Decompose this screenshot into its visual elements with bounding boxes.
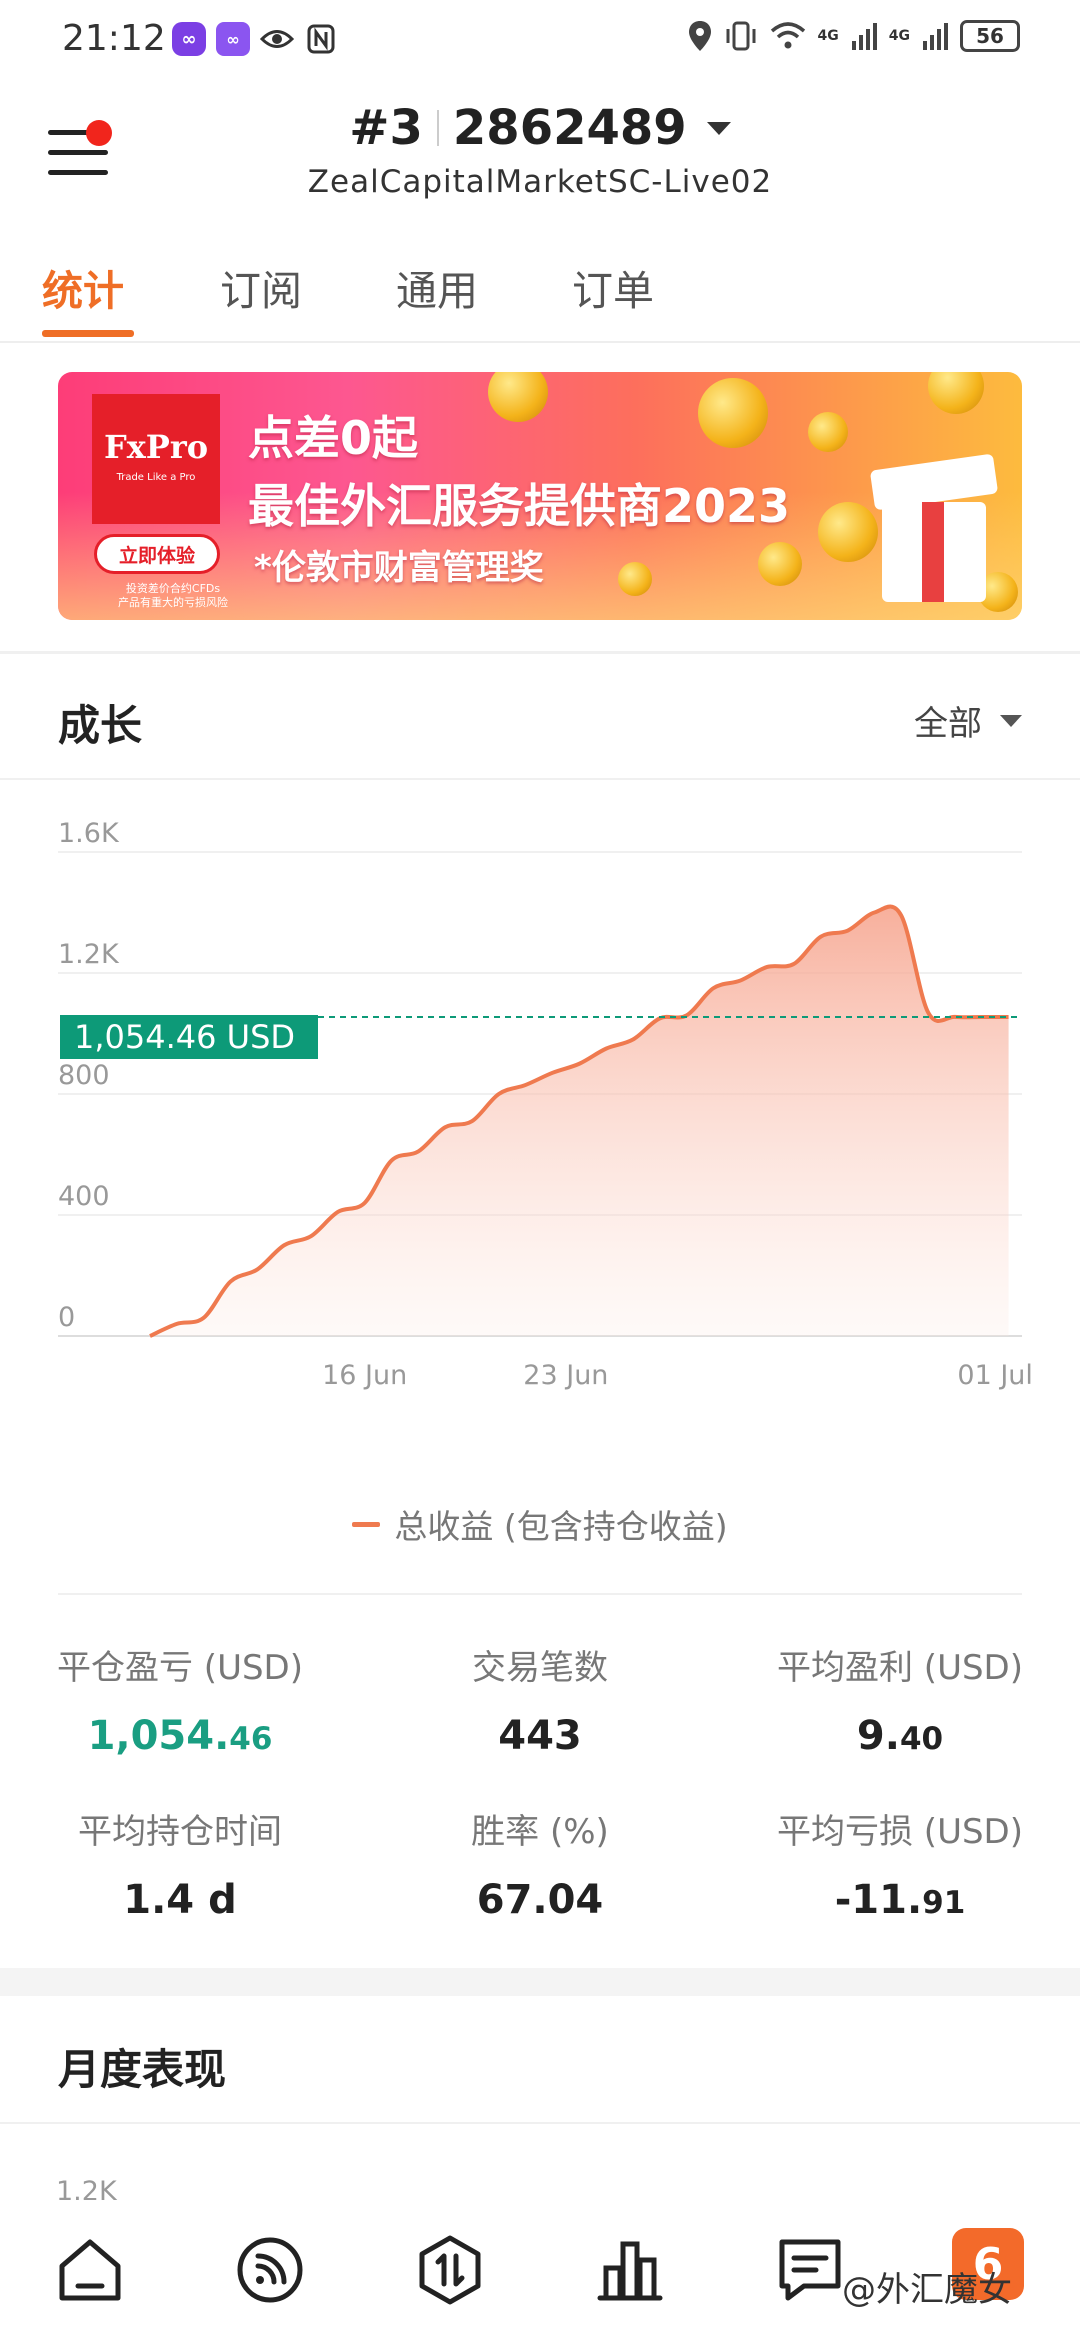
coin-decoration (808, 412, 848, 452)
feed-icon (237, 2237, 303, 2303)
vibrate-icon (726, 21, 756, 51)
nav-statistics[interactable] (590, 2230, 670, 2310)
nfc-icon (304, 22, 338, 56)
y-tick-label: 1.6K (58, 818, 120, 849)
banner-risk-note: 投资差价合约CFDs 产品有重大的亏损风险 (118, 582, 228, 609)
stat-value: 443 (498, 1713, 582, 1759)
stat-value: 1.4 d (123, 1877, 237, 1923)
coin-decoration (698, 378, 768, 448)
y-tick-label: 0 (58, 1302, 75, 1333)
account-server: ZealCapitalMarketSC-Live02 (307, 164, 773, 200)
chevron-down-icon (706, 121, 731, 135)
location-icon (688, 21, 711, 51)
coin-decoration (928, 372, 984, 414)
banner-headline: 点差0起 (248, 411, 419, 465)
period-filter[interactable]: 全部 (914, 696, 1022, 745)
banner-subheadline: 最佳外汇服务提供商2023 (248, 479, 791, 533)
growth-chart-svg: 0 400 800 1.2K 1.6K 16 Jun 23 Jun 01 Jul (58, 818, 1033, 1391)
ad-banner[interactable]: FxPro Trade Like a Pro 立即体验 投资差价合约CFDs 产… (58, 372, 1022, 620)
stat-value: 1,054.46 (87, 1713, 273, 1759)
legend-swatch (352, 1521, 381, 1527)
tab-active-indicator (42, 330, 134, 337)
coin-decoration (488, 372, 548, 422)
growth-title: 成长 (58, 701, 143, 750)
coin-decoration (618, 562, 652, 596)
section-divider (0, 778, 1080, 780)
section-separator (0, 1968, 1080, 1996)
period-filter-label: 全部 (914, 704, 982, 744)
chart-bar-icon (597, 2241, 663, 2301)
x-tick-label: 16 Jun (322, 1360, 407, 1391)
y-tick-label: 400 (58, 1181, 110, 1212)
gift-box-icon (869, 452, 999, 602)
stat-avg-hold-time: 平均持仓时间 1.4 d (0, 1804, 360, 1923)
stat-value: -11.91 (834, 1877, 966, 1923)
account-separator (436, 110, 439, 146)
coin-decoration (758, 542, 802, 586)
status-bar: 21:12 ∞ ∞ 4G 4G 56 (0, 0, 1080, 80)
watermark: @外汇魔女 (842, 2270, 1012, 2310)
app-badge-icon: ∞ (216, 22, 250, 56)
home-icon (59, 2239, 121, 2301)
y-tick-label: 800 (58, 1060, 110, 1091)
section-divider (58, 1593, 1022, 1595)
tab-orders[interactable]: 订单 (572, 257, 654, 317)
stat-avg-loss: 平均亏损 (USD) -11.91 (720, 1804, 1080, 1923)
infinity-app-icon: ∞ (172, 22, 206, 56)
tab-bar: 统计 订阅 通用 订单 (0, 245, 1080, 343)
tab-subscribe[interactable]: 订阅 (220, 257, 302, 317)
coin-decoration (818, 502, 878, 562)
status-time: 21:12 (62, 18, 166, 59)
account-number: 2862489 (452, 100, 687, 156)
series-area (150, 906, 1009, 1336)
battery-icon: 56 (960, 20, 1020, 52)
banner-award: *伦敦市财富管理奖 (254, 548, 544, 588)
nav-feed[interactable] (230, 2230, 310, 2310)
trade-icon (419, 2235, 481, 2305)
stat-value: 67.04 (476, 1877, 604, 1923)
account-index: #3 (349, 100, 423, 156)
account-selector[interactable]: #3 2862489 ZealCapitalMarketSC-Live02 (0, 100, 1080, 200)
network-type-2: 4G (888, 28, 910, 44)
network-type: 4G (817, 28, 839, 44)
stat-close-pl: 平仓盈亏 (USD) 1,054.46 (0, 1640, 360, 1759)
legend-label: 总收益 (包含持仓收益) (394, 1507, 728, 1546)
nav-home[interactable] (50, 2230, 130, 2310)
tab-general[interactable]: 通用 (396, 257, 478, 317)
monthly-title: 月度表现 (58, 2045, 227, 2094)
signal-icon (851, 23, 877, 50)
banner-cta-button[interactable]: 立即体验 (94, 534, 220, 574)
nav-messages[interactable] (770, 2230, 850, 2310)
x-tick-label: 23 Jun (523, 1360, 608, 1391)
current-value-badge: 1,054.46 USD (60, 1015, 318, 1059)
eye-icon (260, 22, 294, 56)
messages-icon (779, 2239, 841, 2301)
signal-icon-2 (923, 23, 948, 50)
tab-statistics[interactable]: 统计 (42, 257, 124, 317)
chevron-down-icon (1000, 714, 1022, 727)
stat-trades: 交易笔数 443 (360, 1640, 720, 1759)
y-tick-label: 1.2K (58, 939, 120, 970)
nav-trade[interactable] (410, 2230, 490, 2310)
growth-chart[interactable]: 0 400 800 1.2K 1.6K 16 Jun 23 Jun 01 Jul (0, 800, 1080, 1440)
x-tick-label: 01 Jul (957, 1360, 1033, 1391)
stat-value: 9.40 (856, 1713, 944, 1759)
chart-legend[interactable]: 总收益 (包含持仓收益) (0, 1500, 1080, 1548)
fxpro-logo: FxPro Trade Like a Pro (92, 394, 220, 524)
section-divider (0, 651, 1080, 654)
stat-avg-profit: 平均盈利 (USD) 9.40 (720, 1640, 1080, 1759)
wifi-icon (770, 22, 805, 49)
stat-win-rate: 胜率 (%) 67.04 (360, 1804, 720, 1923)
section-divider (0, 2122, 1080, 2124)
